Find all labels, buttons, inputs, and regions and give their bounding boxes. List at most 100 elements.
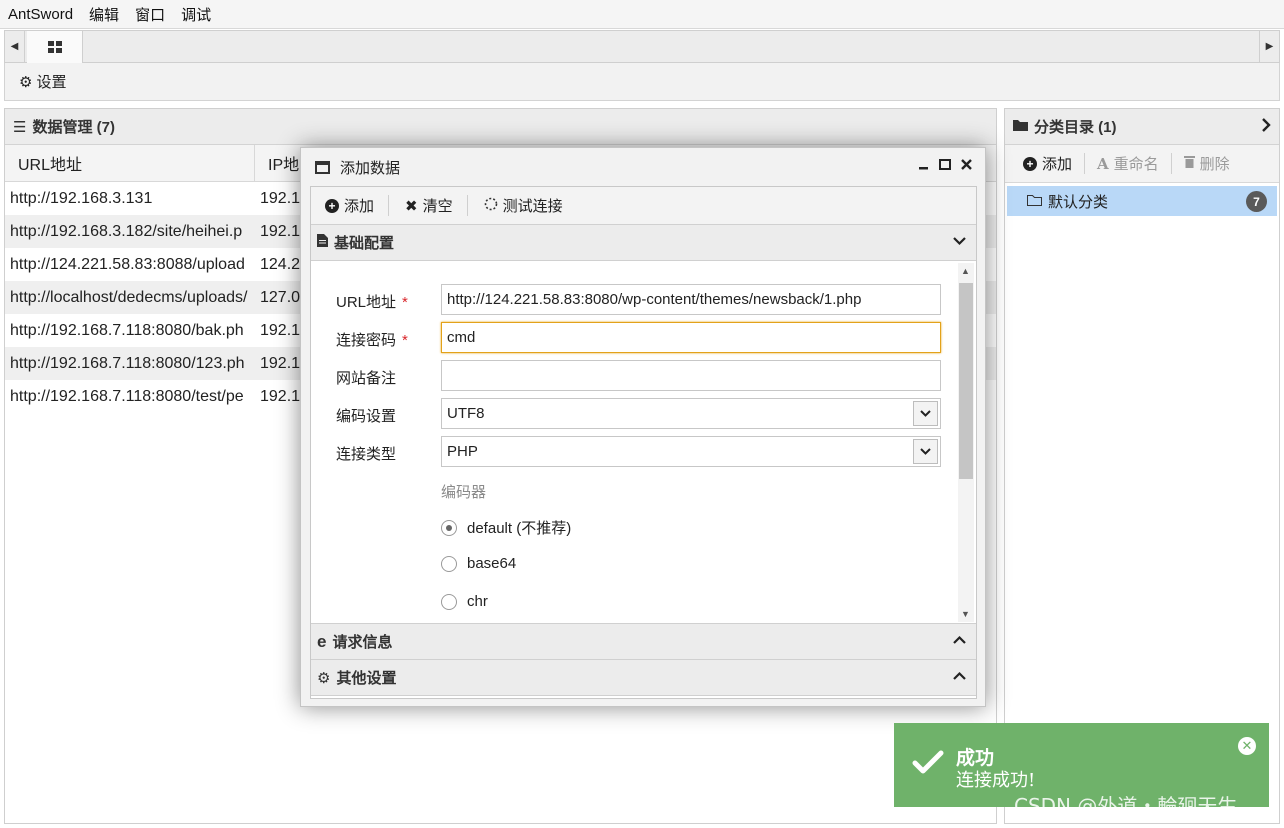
section-basic-title: 基础配置: [334, 235, 395, 252]
data-panel-title: 数据管理 (7): [32, 119, 115, 136]
chevron-right-icon[interactable]: [1261, 118, 1271, 137]
dialog-titlebar[interactable]: 添加数据: [301, 148, 985, 186]
url-row: URL地址 * http://124.221.58.83:8080/wp-cont…: [311, 284, 951, 316]
menu-window[interactable]: 窗口: [135, 4, 165, 25]
encoder-option-label: base64: [467, 555, 517, 572]
category-panel: 分类目录 (1) + 添加 A 重命名 删除 默认分类 7: [1004, 108, 1280, 824]
test-connection-label: 测试连接: [502, 198, 563, 215]
dialog-toolbar: + 添加 ✖ 清空 测试连接: [311, 187, 976, 225]
menu-antsword[interactable]: AntSword: [8, 6, 73, 23]
section-other-title: 其他设置: [336, 670, 397, 687]
type-label: 连接类型: [336, 446, 397, 463]
encoder-option-label: chr: [467, 593, 488, 610]
chevron-up-icon[interactable]: [953, 669, 966, 686]
scroll-down-icon[interactable]: ▼: [961, 609, 970, 619]
plus-circle-icon: +: [1023, 156, 1037, 171]
column-header-url[interactable]: URL地址: [5, 145, 255, 181]
cell-url: http://192.168.7.118:8080/123.ph: [10, 354, 245, 372]
encoding-select[interactable]: UTF8: [441, 398, 941, 429]
category-item-default[interactable]: 默认分类 7: [1007, 186, 1277, 216]
font-icon: A: [1097, 154, 1109, 173]
encoding-value: UTF8: [447, 405, 485, 422]
settings-label: 设置: [36, 74, 67, 91]
category-item-label: 默认分类: [1048, 193, 1109, 211]
cell-url: http://192.168.3.182/site/heihei.p: [10, 222, 243, 240]
grid-icon: [47, 41, 62, 53]
category-delete-label: 删除: [1199, 156, 1230, 173]
password-field[interactable]: cmd: [441, 322, 941, 353]
category-rename-label: 重命名: [1113, 156, 1159, 173]
note-row: 网站备注: [311, 360, 951, 392]
chevron-down-icon[interactable]: [913, 401, 938, 426]
section-other-settings[interactable]: ⚙ 其他设置: [311, 660, 976, 696]
encoder-label: 编码器: [441, 484, 487, 501]
form-scrollbar[interactable]: ▲ ▼: [958, 263, 974, 622]
encoding-label: 编码设置: [336, 408, 397, 425]
dialog-clear-label: 清空: [422, 198, 453, 215]
chevron-up-icon[interactable]: [953, 633, 966, 650]
url-label: URL地址 *: [336, 294, 408, 311]
close-icon[interactable]: [960, 157, 973, 175]
radio-checked-icon[interactable]: [441, 519, 457, 536]
radio-icon[interactable]: [441, 593, 457, 610]
settings-button[interactable]: ⚙ 设置: [19, 71, 66, 92]
tab-scroll-left-button[interactable]: ◀: [5, 31, 25, 62]
category-panel-title: 分类目录 (1): [1034, 119, 1117, 136]
password-row: 连接密码 * cmd: [311, 322, 951, 354]
radio-icon[interactable]: [441, 555, 457, 572]
tab-home[interactable]: [27, 31, 83, 63]
data-panel-header: ☰ 数据管理 (7): [5, 109, 996, 145]
test-connection-button[interactable]: 测试连接: [484, 195, 577, 216]
category-delete-button[interactable]: 删除: [1183, 153, 1242, 174]
category-rename-button[interactable]: A 重命名: [1097, 153, 1172, 174]
menu-debug[interactable]: 调试: [181, 4, 211, 25]
gears-icon: ⚙: [317, 669, 331, 687]
note-field[interactable]: [441, 360, 941, 391]
dialog-add-button[interactable]: + 添加: [325, 195, 390, 216]
url-field[interactable]: http://124.221.58.83:8080/wp-content/the…: [441, 284, 941, 315]
menu-bar: AntSword 编辑 窗口 调试: [0, 0, 1284, 29]
encoder-option-base64[interactable]: base64: [441, 555, 516, 572]
gear-icon: ⚙: [19, 73, 33, 91]
basic-config-form: URL地址 * http://124.221.58.83:8080/wp-cont…: [311, 261, 976, 624]
chevron-down-icon[interactable]: [913, 439, 938, 464]
category-panel-header: 分类目录 (1): [1005, 109, 1279, 145]
cell-url: http://192.168.3.131: [10, 189, 153, 207]
toast-close-icon[interactable]: ✕: [1238, 737, 1256, 755]
scrollbar-thumb[interactable]: [959, 283, 973, 479]
note-label: 网站备注: [336, 370, 397, 387]
watermark: CSDN @外道・輪廻天生: [1014, 794, 1238, 818]
check-icon: [912, 750, 944, 774]
folder-open-icon: [1027, 193, 1042, 210]
type-select[interactable]: PHP: [441, 436, 941, 467]
dialog-title: 添加数据: [340, 159, 401, 177]
category-add-button[interactable]: + 添加: [1023, 153, 1086, 174]
category-add-label: 添加: [1042, 156, 1073, 173]
cell-url: http://192.168.7.118:8080/bak.ph: [10, 321, 244, 339]
dialog-window-controls: [918, 157, 973, 175]
encoder-option-chr[interactable]: chr: [441, 593, 488, 610]
chevron-down-icon[interactable]: [953, 234, 966, 251]
cell-url: http://124.221.58.83:8088/upload: [10, 255, 245, 273]
edge-icon: e: [317, 631, 327, 651]
scroll-up-icon[interactable]: ▲: [961, 266, 970, 276]
spinner-icon: [484, 197, 498, 215]
dialog-add-label: 添加: [344, 198, 375, 215]
encoder-option-default[interactable]: default (不推荐): [441, 517, 571, 538]
menu-edit[interactable]: 编辑: [89, 4, 119, 25]
toast-message: 连接成功!: [956, 770, 1036, 791]
minimize-icon[interactable]: [918, 157, 930, 175]
dialog-body: + 添加 ✖ 清空 测试连接 基础配置 URL地址 * http://124.2…: [310, 186, 977, 699]
password-label: 连接密码 *: [336, 332, 408, 349]
section-request-title: 请求信息: [332, 634, 393, 651]
tab-scroll-right-button[interactable]: ▶: [1259, 31, 1279, 62]
section-basic-config[interactable]: 基础配置: [311, 225, 976, 261]
maximize-icon[interactable]: [939, 157, 951, 175]
cell-url: http://192.168.7.118:8080/test/pe: [10, 387, 244, 405]
plus-circle-icon: +: [325, 198, 339, 213]
section-request-info[interactable]: e 请求信息: [311, 624, 976, 660]
dialog-clear-button[interactable]: ✖ 清空: [405, 195, 468, 216]
type-row: 连接类型 PHP: [311, 436, 951, 468]
cell-url: http://localhost/dedecms/uploads/: [10, 288, 248, 306]
trash-icon: [1183, 155, 1195, 172]
